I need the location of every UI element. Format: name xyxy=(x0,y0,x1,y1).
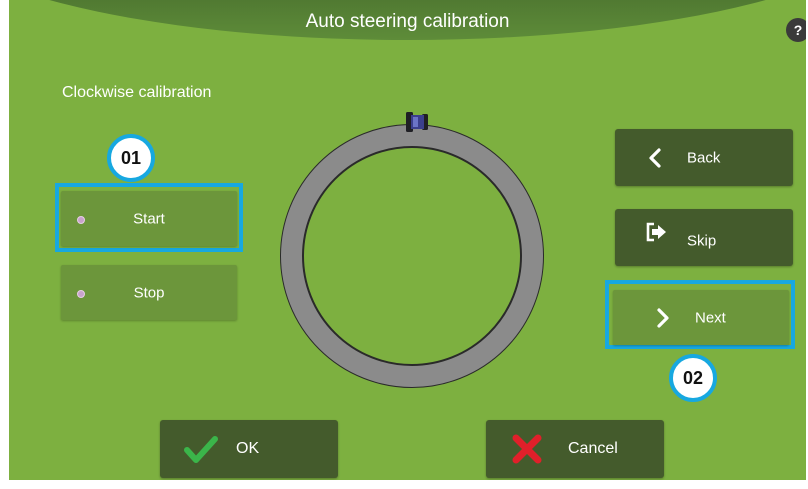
start-button-label: Start xyxy=(133,210,165,227)
page-title: Auto steering calibration xyxy=(305,11,510,32)
cancel-button[interactable]: Cancel xyxy=(486,420,664,478)
ok-button[interactable]: OK xyxy=(160,420,338,478)
section-label: Clockwise calibration xyxy=(62,84,212,101)
next-button-label: Next xyxy=(695,309,726,326)
start-button[interactable]: Start xyxy=(61,191,237,246)
title-bar: Auto steering calibration xyxy=(9,0,806,48)
stop-button[interactable]: Stop xyxy=(61,265,237,320)
checkmark-icon xyxy=(184,436,218,463)
chevron-right-icon xyxy=(657,307,669,328)
skip-button-label: Skip xyxy=(687,232,717,250)
back-button-label: Back xyxy=(687,149,721,166)
cross-icon xyxy=(512,434,542,464)
stop-button-label: Stop xyxy=(133,284,165,301)
help-button[interactable]: ? xyxy=(786,18,806,42)
cancel-button-label: Cancel xyxy=(568,440,618,457)
ok-button-label: OK xyxy=(236,440,260,457)
callout-badge-01: 01 xyxy=(107,134,155,182)
calibration-screen: Auto steering calibration ? Clockwise ca… xyxy=(9,0,806,480)
exit-arrow-icon xyxy=(646,222,666,242)
tractor-icon xyxy=(406,112,428,132)
back-button[interactable]: Back xyxy=(615,129,793,186)
callout-badge-02: 02 xyxy=(669,354,717,402)
next-button[interactable]: Next xyxy=(613,290,789,345)
skip-button[interactable]: Skip xyxy=(615,209,793,266)
chevron-left-icon xyxy=(649,147,661,168)
